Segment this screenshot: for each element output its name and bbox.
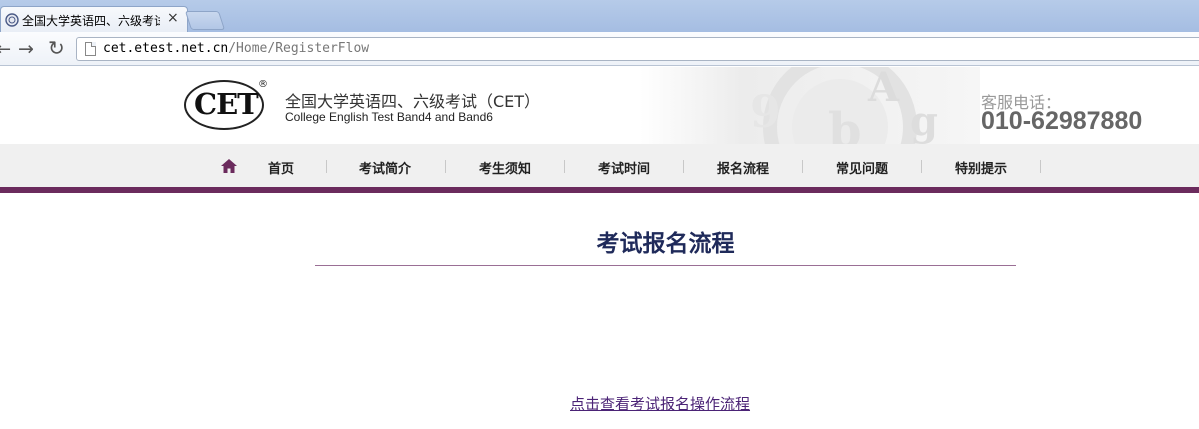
url-host: cet.etest.net.cn — [103, 41, 229, 56]
registered-mark: ® — [258, 79, 268, 90]
reload-icon[interactable]: ↻ — [48, 36, 65, 60]
header-decoration: A b g 9 — [640, 67, 980, 144]
address-bar[interactable]: cet.etest.net.cn/Home/RegisterFlow — [76, 37, 1199, 61]
tab-close-icon[interactable]: × — [167, 10, 179, 26]
browser-tab[interactable]: 全国大学英语四、六级考试 × — [0, 6, 188, 32]
new-tab-button[interactable] — [184, 11, 226, 30]
nav-divider — [802, 160, 803, 173]
back-arrow-icon[interactable]: ← — [0, 39, 11, 60]
url-text: cet.etest.net.cn/Home/RegisterFlow — [103, 41, 369, 56]
nav-item-home[interactable]: 首页 — [236, 158, 326, 177]
deco-letter: A — [867, 67, 900, 111]
deco-letter: g — [910, 98, 938, 144]
browser-toolbar: ← → ↻ cet.etest.net.cn/Home/RegisterFlow — [0, 32, 1199, 66]
forward-arrow-icon[interactable]: → — [18, 38, 34, 60]
nav-item-notice[interactable]: 考生须知 — [460, 158, 550, 177]
nav-divider — [1040, 160, 1041, 173]
site-title: 全国大学英语四、六级考试（CET） — [285, 92, 541, 111]
view-registration-flow-link[interactable]: 点击查看考试报名操作流程 — [570, 393, 750, 414]
page-icon — [85, 42, 96, 56]
page-title: 考试报名流程 — [596, 231, 735, 257]
nav-item-registration-flow[interactable]: 报名流程 — [698, 158, 788, 177]
main-nav: 首页 考试简介 考生须知 考试时间 报名流程 常见问题 特别提示 — [0, 144, 1199, 187]
nav-divider — [326, 160, 327, 173]
deco-letter: 9 — [750, 87, 781, 138]
nav-item-schedule[interactable]: 考试时间 — [579, 158, 669, 177]
site-favicon-icon — [5, 13, 19, 27]
logo-text: CET — [194, 87, 259, 121]
site-header: A b g 9 CET ® 全国大学英语四、六级考试（CET） College … — [0, 67, 1199, 144]
nav-divider — [564, 160, 565, 173]
deco-letter: b — [828, 103, 862, 144]
nav-item-faq[interactable]: 常见问题 — [817, 158, 907, 177]
hotline-number: 010-62987880 — [981, 107, 1143, 135]
nav-divider — [683, 160, 684, 173]
nav-divider — [921, 160, 922, 173]
url-path: /Home/RegisterFlow — [228, 41, 370, 56]
site-subtitle: College English Test Band4 and Band6 — [285, 110, 493, 124]
title-divider — [315, 265, 1016, 266]
browser-tab-bar: 全国大学英语四、六级考试 × — [0, 0, 1199, 32]
nav-item-special-notice[interactable]: 特别提示 — [936, 158, 1026, 177]
tab-title: 全国大学英语四、六级考试 — [22, 14, 160, 28]
nav-item-intro[interactable]: 考试简介 — [340, 158, 430, 177]
nav-accent-bar — [0, 187, 1199, 193]
nav-divider — [445, 160, 446, 173]
